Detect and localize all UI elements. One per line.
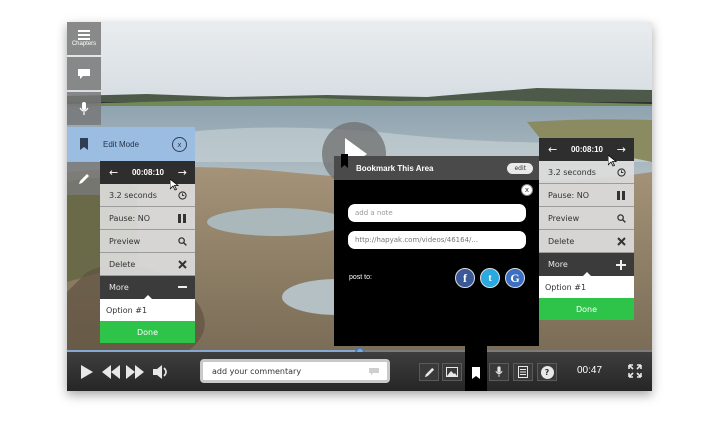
time-row: ← 00:08:10 →	[100, 161, 195, 184]
url-field[interactable]: http://hapyak.com/videos/46164/...	[348, 231, 526, 249]
video-player: Chapters Edit Mode x ← 00:08:10 → 3.2 se…	[67, 22, 652, 391]
arrow-right-icon[interactable]: →	[178, 166, 187, 179]
duration-row[interactable]: 3.2 seconds	[539, 161, 634, 184]
edit-mode-header: Edit Mode x	[67, 127, 195, 161]
duration-row[interactable]: 3.2 seconds	[100, 184, 195, 207]
plus-icon	[616, 259, 626, 270]
chapters-button[interactable]: Chapters	[67, 22, 101, 55]
url-value: http://hapyak.com/videos/46164/...	[355, 236, 479, 244]
close-icon: x	[524, 186, 530, 194]
duration-label: 3.2 seconds	[548, 167, 596, 177]
pause-row[interactable]: Pause: NO	[100, 207, 195, 230]
draw-tool-button[interactable]	[419, 363, 439, 381]
cursor-icon	[608, 155, 617, 167]
search-icon	[177, 236, 187, 246]
bookmark-dialog-header: Bookmark This Area edit	[334, 156, 539, 180]
edit-button[interactable]: edit	[507, 162, 533, 174]
more-label: More	[548, 260, 568, 269]
fullscreen-icon[interactable]	[628, 364, 642, 378]
bookmark-dialog-title: Bookmark This Area	[356, 163, 434, 173]
preview-label: Preview	[109, 236, 141, 246]
bookmark-tool-button[interactable]	[465, 344, 487, 391]
note-input[interactable]: add a note	[348, 204, 526, 222]
option-item[interactable]: Option #1	[539, 276, 634, 298]
facebook-icon[interactable]: f	[455, 268, 475, 288]
time-value: 00:08:10	[131, 168, 165, 177]
comments-button[interactable]	[67, 57, 101, 90]
control-bar: add your commentary ? 00:47	[67, 344, 652, 391]
help-tool-button[interactable]: ?	[537, 363, 557, 381]
clock-icon	[616, 167, 626, 177]
pause-label: Pause: NO	[548, 190, 590, 200]
arrow-left-icon[interactable]: ←	[109, 166, 118, 179]
more-label: More	[109, 283, 129, 292]
bookmark-ribbon-icon	[341, 154, 348, 168]
voice-tool-button[interactable]	[489, 363, 509, 381]
clock-icon	[177, 190, 187, 200]
chapters-label: Chapters	[71, 41, 97, 47]
current-time: 00:47	[577, 365, 603, 376]
draw-button[interactable]	[67, 162, 101, 195]
twitter-icon[interactable]: t	[480, 268, 500, 288]
close-edit-mode-button[interactable]: x	[172, 137, 187, 152]
delete-row[interactable]: Delete	[539, 230, 634, 253]
duration-label: 3.2 seconds	[109, 190, 157, 200]
edit-mode-panel: Edit Mode x	[67, 127, 195, 161]
edit-mode-title: Edit Mode	[103, 139, 140, 149]
delete-label: Delete	[548, 236, 575, 246]
dropdown-pointer	[143, 295, 153, 300]
time-value: 00:08:10	[570, 145, 604, 154]
delete-x-icon	[616, 236, 626, 246]
right-options-panel: ← 00:08:10 → 3.2 seconds Pause: NO Previ…	[539, 138, 634, 320]
commentary-placeholder: add your commentary	[212, 366, 302, 376]
delete-x-icon	[177, 259, 187, 269]
preview-label: Preview	[548, 213, 580, 223]
delete-row[interactable]: Delete	[100, 253, 195, 276]
done-button[interactable]: Done	[539, 298, 634, 320]
pause-icon	[177, 213, 187, 223]
image-tool-button[interactable]	[442, 363, 462, 381]
pause-label: Pause: NO	[109, 213, 151, 223]
preview-row[interactable]: Preview	[100, 230, 195, 253]
document-icon	[518, 366, 528, 378]
left-options-panel: ← 00:08:10 → 3.2 seconds Pause: NO Previ…	[100, 161, 195, 343]
done-button[interactable]: Done	[100, 321, 195, 343]
fast-forward-icon[interactable]	[125, 365, 145, 379]
pencil-icon	[79, 173, 89, 184]
search-icon	[616, 213, 626, 223]
image-icon	[446, 367, 458, 377]
speech-bubble-icon	[78, 68, 90, 79]
audio-button[interactable]	[67, 92, 101, 125]
bookmark-icon	[472, 366, 480, 379]
menu-icon	[78, 30, 90, 40]
notes-tool-button[interactable]	[513, 363, 533, 381]
pause-row[interactable]: Pause: NO	[539, 184, 634, 207]
rewind-icon[interactable]	[101, 365, 121, 379]
option-item[interactable]: Option #1	[100, 299, 195, 321]
arrow-right-icon[interactable]: →	[617, 143, 626, 156]
commentary-input[interactable]: add your commentary	[200, 359, 390, 383]
microphone-icon	[495, 366, 503, 377]
play-icon[interactable]	[80, 364, 94, 380]
comment-icon	[369, 368, 379, 376]
help-icon: ?	[540, 365, 554, 379]
volume-icon[interactable]	[153, 365, 171, 379]
arrow-left-icon[interactable]: ←	[548, 143, 557, 156]
note-placeholder: add a note	[355, 209, 393, 217]
post-to-label: post to:	[349, 274, 372, 281]
delete-label: Delete	[109, 259, 136, 269]
close-dialog-button[interactable]: x	[521, 184, 533, 196]
bookmark-dialog: Bookmark This Area edit x add a note htt…	[334, 154, 539, 346]
preview-row[interactable]: Preview	[539, 207, 634, 230]
time-row: ← 00:08:10 →	[539, 138, 634, 161]
pencil-icon	[424, 367, 434, 377]
dropdown-pointer	[582, 272, 592, 277]
bookmark-icon	[80, 138, 88, 150]
close-icon: x	[177, 140, 182, 149]
cursor-icon	[170, 179, 179, 191]
microphone-icon	[79, 101, 89, 115]
minus-icon	[177, 283, 187, 293]
google-icon[interactable]: G	[505, 268, 525, 288]
pause-icon	[616, 190, 626, 200]
